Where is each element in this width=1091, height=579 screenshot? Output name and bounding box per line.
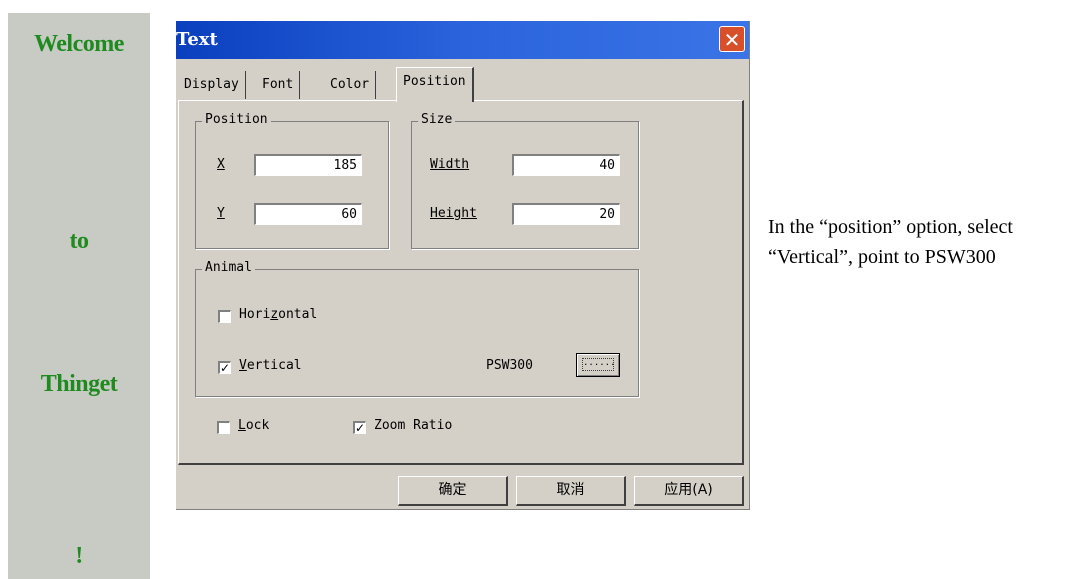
banner-word-welcome: Welcome bbox=[34, 31, 124, 57]
apply-button[interactable]: 应用(A) bbox=[634, 476, 744, 506]
title-bar[interactable]: Text ✕ bbox=[176, 21, 749, 59]
tab-color[interactable]: Color bbox=[324, 71, 377, 99]
tab-display[interactable]: Display bbox=[178, 71, 246, 99]
dialog-title: Text bbox=[176, 29, 218, 50]
width-label: Width bbox=[430, 157, 470, 172]
y-input[interactable]: 60 bbox=[254, 203, 362, 225]
ok-button[interactable]: 确定 bbox=[398, 476, 508, 506]
close-button[interactable]: ✕ bbox=[719, 26, 745, 52]
tab-strip: Display Font Color Position bbox=[176, 67, 749, 102]
lock-checkbox[interactable] bbox=[217, 421, 230, 434]
x-label: X bbox=[217, 157, 225, 172]
banner-word-to: to bbox=[69, 228, 90, 254]
position-group: Position X 185 Y 60 bbox=[195, 112, 389, 249]
vertical-label[interactable]: Vertical bbox=[239, 358, 302, 373]
horizontal-checkbox[interactable] bbox=[218, 310, 231, 323]
height-label: Height bbox=[430, 206, 477, 221]
position-tab-panel: Position X 185 Y 60 Size Width 40 Height… bbox=[178, 100, 744, 465]
position-group-label: Position bbox=[202, 112, 271, 127]
tab-position[interactable]: Position bbox=[396, 67, 474, 102]
horizontal-label[interactable]: Horizontal bbox=[239, 307, 317, 322]
x-input[interactable]: 185 bbox=[254, 154, 362, 176]
welcome-banner: Welcome to Thinget ! bbox=[8, 13, 150, 579]
banner-word-exclamation: ! bbox=[75, 543, 83, 569]
size-group: Size Width 40 Height 20 bbox=[411, 112, 639, 249]
register-address: PSW300 bbox=[486, 358, 533, 373]
lock-label[interactable]: Lock bbox=[238, 418, 269, 433]
browse-label: ...... bbox=[582, 358, 616, 371]
banner-word-thinget: Thinget bbox=[40, 371, 118, 397]
instruction-note: In the “position” option, select “Vertic… bbox=[768, 216, 1013, 268]
vertical-checkbox[interactable]: ✓ bbox=[218, 361, 231, 374]
animal-group: Animal Horizontal ✓ Vertical PSW300 ....… bbox=[195, 260, 639, 397]
text-properties-dialog: Text ✕ Display Font Color Position Posit… bbox=[176, 21, 750, 510]
browse-register-button[interactable]: ...... bbox=[576, 353, 620, 377]
checkmark-icon: ✓ bbox=[355, 421, 366, 435]
y-label: Y bbox=[217, 206, 225, 221]
tab-font[interactable]: Font bbox=[256, 71, 301, 99]
close-icon: ✕ bbox=[723, 28, 741, 52]
size-group-label: Size bbox=[418, 112, 456, 127]
animal-group-label: Animal bbox=[202, 260, 255, 275]
height-input[interactable]: 20 bbox=[512, 203, 620, 225]
checkmark-icon: ✓ bbox=[220, 361, 231, 375]
cancel-button[interactable]: 取消 bbox=[516, 476, 626, 506]
zoom-ratio-label[interactable]: Zoom Ratio bbox=[374, 418, 452, 433]
zoom-ratio-checkbox[interactable]: ✓ bbox=[353, 421, 366, 434]
width-input[interactable]: 40 bbox=[512, 154, 620, 176]
